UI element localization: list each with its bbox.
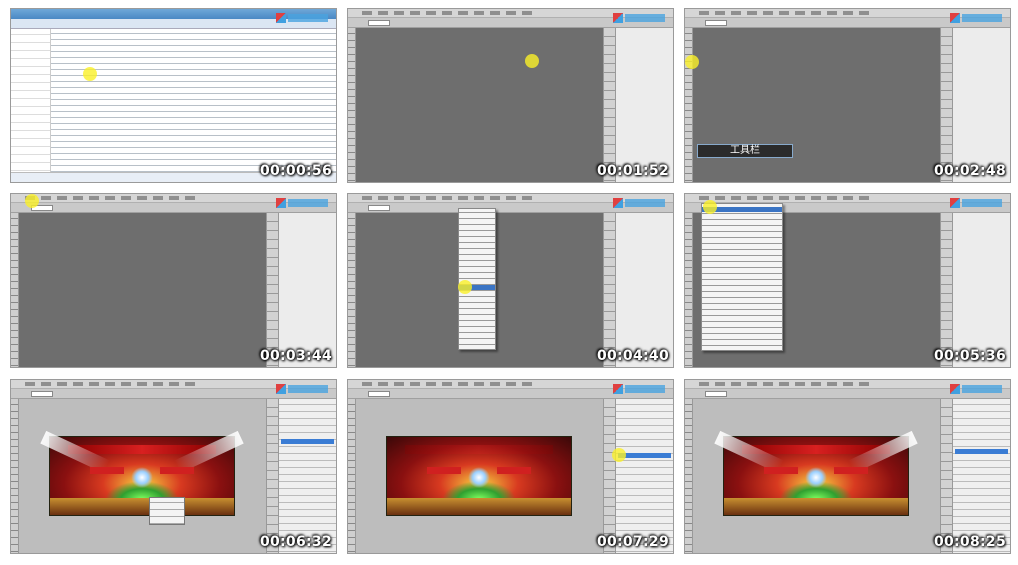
ps-side-panel — [615, 28, 673, 182]
ps-side-panel — [952, 28, 1010, 182]
cursor-highlight — [525, 54, 539, 68]
thumbnail-frame-5[interactable]: 00:04:40 — [347, 193, 674, 368]
thumbnail-frame-6[interactable]: 00:05:36 — [684, 193, 1011, 368]
watermark-logo — [613, 197, 665, 209]
timestamp: 00:00:56 — [259, 163, 332, 179]
ps-workspace — [356, 28, 603, 182]
thumbnail-frame-8[interactable]: 00:07:29 — [347, 379, 674, 554]
timestamp: 00:03:44 — [259, 348, 332, 364]
ps-toolbox — [11, 213, 19, 367]
cursor-highlight — [612, 448, 626, 462]
ps-layers-panel — [278, 399, 336, 553]
ps-side-panel — [615, 213, 673, 367]
thumbnail-frame-2[interactable]: 00:01:52 — [347, 8, 674, 183]
timestamp: 00:08:25 — [933, 534, 1006, 550]
ps-dropdown-menu[interactable] — [458, 208, 496, 350]
ps-toolbox — [348, 399, 356, 553]
ps-panel-strip — [940, 399, 952, 553]
explorer-file-list — [51, 29, 336, 172]
cursor-highlight — [83, 67, 97, 81]
watermark-logo — [276, 383, 328, 395]
ps-panel-strip — [603, 28, 615, 182]
thumbnail-frame-3[interactable]: 工具栏 00:02:48 — [684, 8, 1011, 183]
toolbar-label-callout: 工具栏 — [697, 144, 793, 158]
cursor-highlight — [703, 200, 717, 214]
cursor-highlight — [685, 55, 699, 69]
stage-image — [40, 430, 244, 516]
timestamp: 00:06:32 — [259, 534, 332, 550]
cursor-highlight — [25, 194, 39, 208]
watermark-logo — [276, 197, 328, 209]
explorer-sidebar — [11, 29, 51, 172]
ps-workspace — [19, 213, 266, 367]
stage-image — [386, 436, 572, 516]
ps-layers-panel — [952, 399, 1010, 553]
ps-panel-strip — [940, 213, 952, 367]
video-thumbnail-grid: 00:00:56 00:01:52 工具栏 00:02:48 00:03:44 … — [0, 0, 1018, 565]
ps-toolbox — [348, 213, 356, 367]
ps-side-panel — [952, 213, 1010, 367]
watermark-logo — [613, 12, 665, 24]
timestamp: 00:02:48 — [933, 163, 1006, 179]
watermark-logo — [276, 12, 328, 24]
ps-panel-strip — [266, 213, 278, 367]
stage-image — [714, 430, 918, 516]
ps-toolbox — [11, 399, 19, 553]
context-menu[interactable] — [149, 497, 185, 525]
ps-toolbox — [348, 28, 356, 182]
ps-toolbox — [685, 213, 693, 367]
timestamp: 00:01:52 — [596, 163, 669, 179]
thumbnail-frame-7[interactable]: 00:06:32 — [10, 379, 337, 554]
thumbnail-frame-4[interactable]: 00:03:44 — [10, 193, 337, 368]
ps-dropdown-menu[interactable] — [701, 203, 783, 351]
ps-panel-strip — [603, 399, 615, 553]
thumbnail-frame-9[interactable]: 00:08:25 — [684, 379, 1011, 554]
timestamp: 00:04:40 — [596, 348, 669, 364]
watermark-logo — [950, 197, 1002, 209]
ps-toolbox — [685, 28, 693, 182]
ps-panel-strip — [940, 28, 952, 182]
ps-panel-strip — [603, 213, 615, 367]
timestamp: 00:05:36 — [933, 348, 1006, 364]
ps-panel-strip — [266, 399, 278, 553]
ps-workspace — [693, 28, 940, 182]
watermark-logo — [950, 383, 1002, 395]
ps-layers-panel — [615, 399, 673, 553]
cursor-highlight — [458, 280, 472, 294]
watermark-logo — [613, 383, 665, 395]
ps-toolbox — [685, 399, 693, 553]
thumbnail-frame-1[interactable]: 00:00:56 — [10, 8, 337, 183]
ps-side-panel — [278, 213, 336, 367]
timestamp: 00:07:29 — [596, 534, 669, 550]
watermark-logo — [950, 12, 1002, 24]
